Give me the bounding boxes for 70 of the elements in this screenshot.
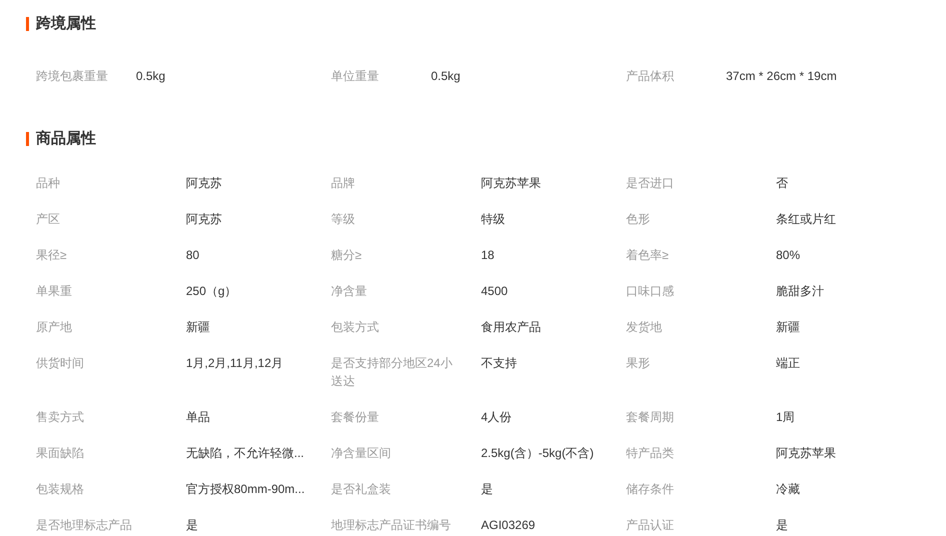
attribute-label: 净含量区间 — [331, 445, 391, 462]
attribute-value: 端正 — [776, 355, 800, 372]
attribute-label: 是否进口 — [626, 175, 674, 192]
attribute-label: 等级 — [331, 211, 355, 228]
attribute-value: AGI03269 — [481, 517, 536, 534]
attribute-value: 是 — [481, 481, 493, 498]
attribute-value: 是 — [776, 517, 788, 534]
attribute-value: 新疆 — [186, 319, 210, 336]
attribute-value: 单品 — [186, 409, 210, 426]
attribute-label: 品种 — [36, 175, 60, 192]
attribute-value: 是 — [186, 517, 198, 534]
attribute-value: 80% — [776, 247, 800, 264]
attribute-label: 包装规格 — [36, 481, 84, 498]
attribute-value: 0.5kg — [431, 68, 460, 85]
attribute-value: 80 — [186, 247, 200, 264]
attribute-label: 是否礼盒装 — [331, 481, 391, 498]
section-title: 商品属性 — [36, 129, 96, 149]
attribute-label: 原产地 — [36, 319, 72, 336]
attribute-label: 售卖方式 — [36, 409, 84, 426]
attribute-label: 是否地理标志产品 — [36, 517, 132, 534]
attribute-label: 着色率≥ — [626, 247, 669, 264]
attribute-label: 果径≥ — [36, 247, 67, 264]
attribute-value: 脆甜多汁 — [776, 283, 824, 300]
heading-marker — [26, 132, 29, 146]
attribute-value: 18 — [481, 247, 494, 264]
attribute-label: 包装方式 — [331, 319, 379, 336]
heading-marker — [26, 17, 29, 31]
attribute-label: 果面缺陷 — [36, 445, 84, 462]
attribute-value: 特级 — [481, 211, 505, 228]
attribute-label: 色形 — [626, 211, 650, 228]
attribute-label: 口味口感 — [626, 283, 674, 300]
attribute-label: 特产品类 — [626, 445, 674, 462]
attribute-label: 净含量 — [331, 283, 367, 300]
attribute-value: 0.5kg — [136, 68, 166, 85]
attribute-value: 4500 — [481, 283, 508, 300]
attribute-label: 跨境包裹重量 — [36, 68, 108, 85]
attribute-value: 条红或片红 — [776, 211, 836, 228]
attribute-value: 阿克苏 — [186, 211, 222, 228]
attribute-label: 供货时间 — [36, 355, 84, 372]
attribute-label: 糖分≥ — [331, 247, 362, 264]
attribute-label: 品牌 — [331, 175, 355, 192]
attribute-label: 产品体积 — [626, 68, 674, 85]
attribute-value: 1月,2月,11月,12月 — [186, 355, 284, 372]
attribute-value: 冷藏 — [776, 481, 800, 498]
attribute-value: 官方授权80mm-90m... — [186, 481, 305, 498]
attribute-value: 阿克苏 — [186, 175, 222, 192]
attribute-label: 套餐份量 — [331, 409, 379, 426]
attribute-value: 新疆 — [776, 319, 800, 336]
attribute-value: 否 — [776, 175, 788, 192]
attribute-value: 食用农产品 — [481, 319, 541, 336]
attribute-label: 是否支持部分地区24小送达 — [331, 355, 454, 390]
attribute-value: 37cm * 26cm * 19cm — [726, 68, 837, 85]
attribute-value: 1周 — [776, 409, 795, 426]
attribute-label: 套餐周期 — [626, 409, 674, 426]
attribute-value: 2.5kg(含）-5kg(不含) — [481, 445, 594, 462]
attribute-value: 阿克苏苹果 — [776, 445, 836, 462]
attribute-label: 果形 — [626, 355, 650, 372]
attribute-label: 地理标志产品证书编号 — [331, 517, 451, 534]
attribute-label: 单位重量 — [331, 68, 379, 85]
attribute-label: 产区 — [36, 211, 60, 228]
attribute-label: 储存条件 — [626, 481, 674, 498]
section-title: 跨境属性 — [36, 14, 96, 34]
attribute-label: 单果重 — [36, 283, 72, 300]
attribute-label: 发货地 — [626, 319, 662, 336]
attribute-label: 产品认证 — [626, 517, 674, 534]
attribute-value: 阿克苏苹果 — [481, 175, 541, 192]
attribute-value: 不支持 — [481, 355, 517, 372]
attribute-value: 250（g） — [186, 283, 237, 300]
attribute-value: 4人份 — [481, 409, 512, 426]
attribute-value: 无缺陷，不允许轻微... — [186, 445, 304, 462]
